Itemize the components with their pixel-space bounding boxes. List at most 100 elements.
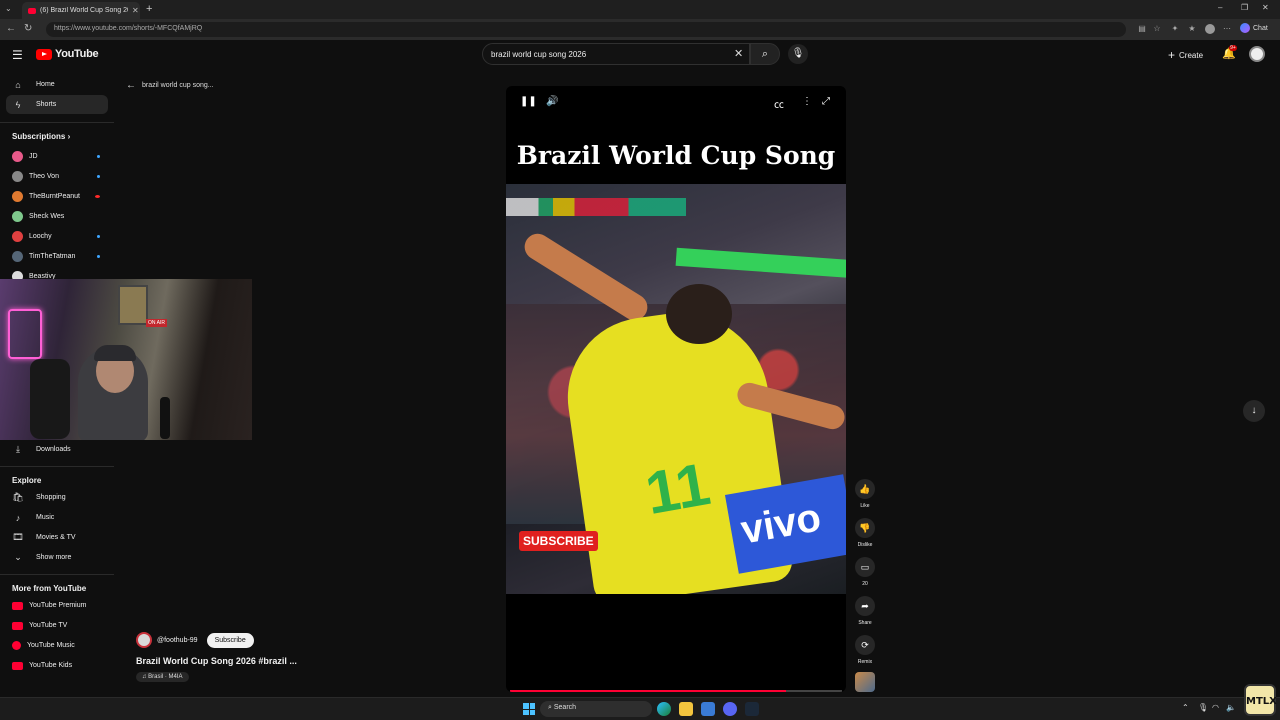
thumbs-down-icon: 👎	[855, 518, 875, 538]
short-title[interactable]: Brazil World Cup Song 2026 #brazil ...	[136, 656, 297, 666]
tray-chevron-icon[interactable]: ⌃	[1182, 703, 1189, 712]
sidebar-subscription-loochy[interactable]: Loochy	[6, 227, 108, 246]
sidebar-item-label: Music	[36, 514, 55, 521]
back-to-search-link[interactable]: ← brazil world cup song...	[126, 80, 214, 91]
more-options-icon[interactable]: ⋮	[802, 96, 812, 107]
sidebar-item-label: Show more	[36, 554, 72, 561]
youtube-logo[interactable]: YouTube	[36, 48, 99, 60]
close-window-icon[interactable]: ✕	[1262, 3, 1269, 12]
chevron-down-icon: ⌄	[14, 552, 22, 562]
sidebar-subscription-sheck-wes[interactable]: Sheck Wes	[6, 207, 108, 226]
account-avatar[interactable]	[1249, 46, 1265, 62]
discord-icon[interactable]	[723, 702, 737, 716]
comments-button[interactable]: ▭ 20	[854, 557, 876, 587]
streamer-logo: MTLX	[1244, 684, 1277, 716]
windows-taskbar: ⌕ Search ⌃ 🎙 ◠ 🔈	[0, 697, 1280, 720]
search-button[interactable]: ⌕	[750, 43, 780, 65]
create-button[interactable]: + Create	[1168, 48, 1203, 62]
restore-icon[interactable]: ❐	[1241, 3, 1248, 12]
shorts-player[interactable]: ❚❚ 🔊 ㏄ ⋮ ⤢ Brazil World Cup Song 11 vivo…	[506, 86, 846, 692]
remix-button[interactable]: ⟳ Remix	[854, 635, 876, 665]
channel-avatar	[12, 171, 23, 182]
shopping-bag-icon: 🛍	[12, 492, 24, 502]
browser-tab[interactable]: (6) Brazil World Cup Song 2026 ✕	[22, 2, 140, 19]
new-tab-icon[interactable]: +	[146, 3, 152, 15]
sidebar-item-shorts[interactable]: ϟ Shorts	[6, 95, 108, 114]
green-ad-board	[675, 247, 846, 279]
speaker-icon[interactable]: 🔈	[1226, 703, 1236, 712]
reader-icon[interactable]: ▤	[1137, 24, 1147, 34]
arrow-left-icon: ←	[126, 80, 136, 91]
tab-close-icon[interactable]: ✕	[132, 6, 139, 15]
subscribe-overlay-graphic: SUBSCRIBE	[519, 531, 598, 551]
neon-sign	[8, 309, 42, 359]
app-icon[interactable]	[701, 702, 715, 716]
taskbar-search[interactable]: ⌕ Search	[540, 701, 652, 717]
create-label: Create	[1179, 50, 1204, 60]
sidebar-item-show-more[interactable]: ⌄ Show more	[6, 548, 108, 567]
channel-handle[interactable]: @foothub-99	[157, 637, 198, 644]
windows-start-icon[interactable]	[523, 703, 535, 715]
sidebar-subscription-jd[interactable]: JD	[6, 147, 108, 166]
channel-avatar[interactable]	[136, 632, 152, 648]
file-explorer-icon[interactable]	[679, 702, 693, 716]
music-chip[interactable]: ♫ Brasil · M4IA	[136, 672, 189, 682]
browser-profile-avatar[interactable]	[1205, 24, 1215, 34]
dislike-button[interactable]: 👎 Dislike	[854, 518, 876, 548]
clear-search-icon[interactable]: ✕	[734, 47, 743, 60]
fullscreen-icon[interactable]: ⤢	[822, 96, 830, 107]
browser-menu-icon[interactable]: ⋯	[1222, 24, 1232, 34]
sidebar-subscription-theo-von[interactable]: Theo Von	[6, 167, 108, 186]
reload-icon[interactable]: ↻	[24, 23, 32, 34]
sidebar-item-youtube-kids[interactable]: YouTube Kids	[6, 656, 108, 675]
sound-thumbnail[interactable]	[855, 672, 875, 692]
sidebar-item-youtube-music[interactable]: YouTube Music	[6, 636, 108, 655]
share-button[interactable]: ➦ Share	[854, 596, 876, 626]
plus-icon: +	[1168, 48, 1176, 62]
back-nav-icon[interactable]: ←	[6, 23, 16, 34]
sidebar-item-label: YouTube Music	[27, 642, 75, 649]
on-air-sign: ON AIR	[146, 319, 167, 327]
sidebar-item-music[interactable]: ♪ Music	[6, 508, 108, 527]
youtube-music-icon	[12, 641, 21, 650]
subscriptions-heading[interactable]: Subscriptions ›	[12, 132, 70, 141]
share-label: Share	[858, 620, 872, 626]
sidebar-subscription-theburntpeanut[interactable]: TheBurntPeanut	[6, 187, 108, 206]
jersey-number: 11	[640, 450, 715, 527]
edge-browser-icon[interactable]	[657, 702, 671, 716]
search-input[interactable]: brazil world cup song 2026	[482, 43, 750, 65]
like-button[interactable]: 👍 Like	[854, 479, 876, 509]
voice-search-button[interactable]: 🎙	[788, 44, 808, 64]
sidebar-item-shopping[interactable]: 🛍 Shopping	[6, 488, 108, 507]
sidebar-subscription-timthetatman[interactable]: TimTheTatman	[6, 247, 108, 266]
sidebar-item-youtube-premium[interactable]: YouTube Premium	[6, 596, 108, 615]
copilot-chat-button[interactable]: Chat	[1240, 23, 1268, 33]
subscribe-button[interactable]: Subscribe	[206, 632, 254, 648]
sidebar-item-movies-tv[interactable]: 🎞 Movies & TV	[6, 528, 108, 547]
tab-list-icon[interactable]: ⌄	[5, 4, 12, 13]
sidebar-item-downloads[interactable]: ⤓ Downloads	[6, 440, 108, 459]
wifi-icon[interactable]: ◠	[1212, 703, 1219, 712]
extensions-icon[interactable]: ✦	[1170, 24, 1180, 34]
pause-icon[interactable]: ❚❚	[520, 96, 537, 107]
sidebar-item-home[interactable]: ⌂ Home	[6, 75, 108, 94]
sidebar-item-youtube-tv[interactable]: YouTube TV	[6, 616, 108, 635]
favorites-icon[interactable]: ★	[1187, 24, 1197, 34]
url-field[interactable]: https://www.youtube.com/shorts/-MFCQfAMj…	[46, 22, 1126, 37]
sidebar-item-label: Downloads	[36, 446, 71, 453]
thumbs-up-icon: 👍	[855, 479, 875, 499]
captions-icon[interactable]: ㏄	[774, 96, 784, 111]
sidebar-item-label: YouTube Kids	[29, 662, 73, 669]
hamburger-menu-icon[interactable]: ☰	[12, 48, 23, 62]
favorite-star-icon[interactable]: ☆	[1152, 24, 1162, 34]
tray-mic-icon[interactable]: 🎙	[1198, 703, 1208, 712]
remix-icon: ⟳	[855, 635, 875, 655]
next-short-button[interactable]: ↓	[1243, 400, 1265, 422]
minimize-icon[interactable]: –	[1218, 3, 1222, 12]
share-arrow-icon: ➦	[855, 596, 875, 616]
steam-icon[interactable]	[745, 702, 759, 716]
progress-bar[interactable]	[510, 690, 842, 692]
volume-icon[interactable]: 🔊	[546, 96, 558, 107]
sidebar-item-label: Movies & TV	[36, 534, 76, 541]
microphone-icon: 🎙	[791, 48, 805, 59]
